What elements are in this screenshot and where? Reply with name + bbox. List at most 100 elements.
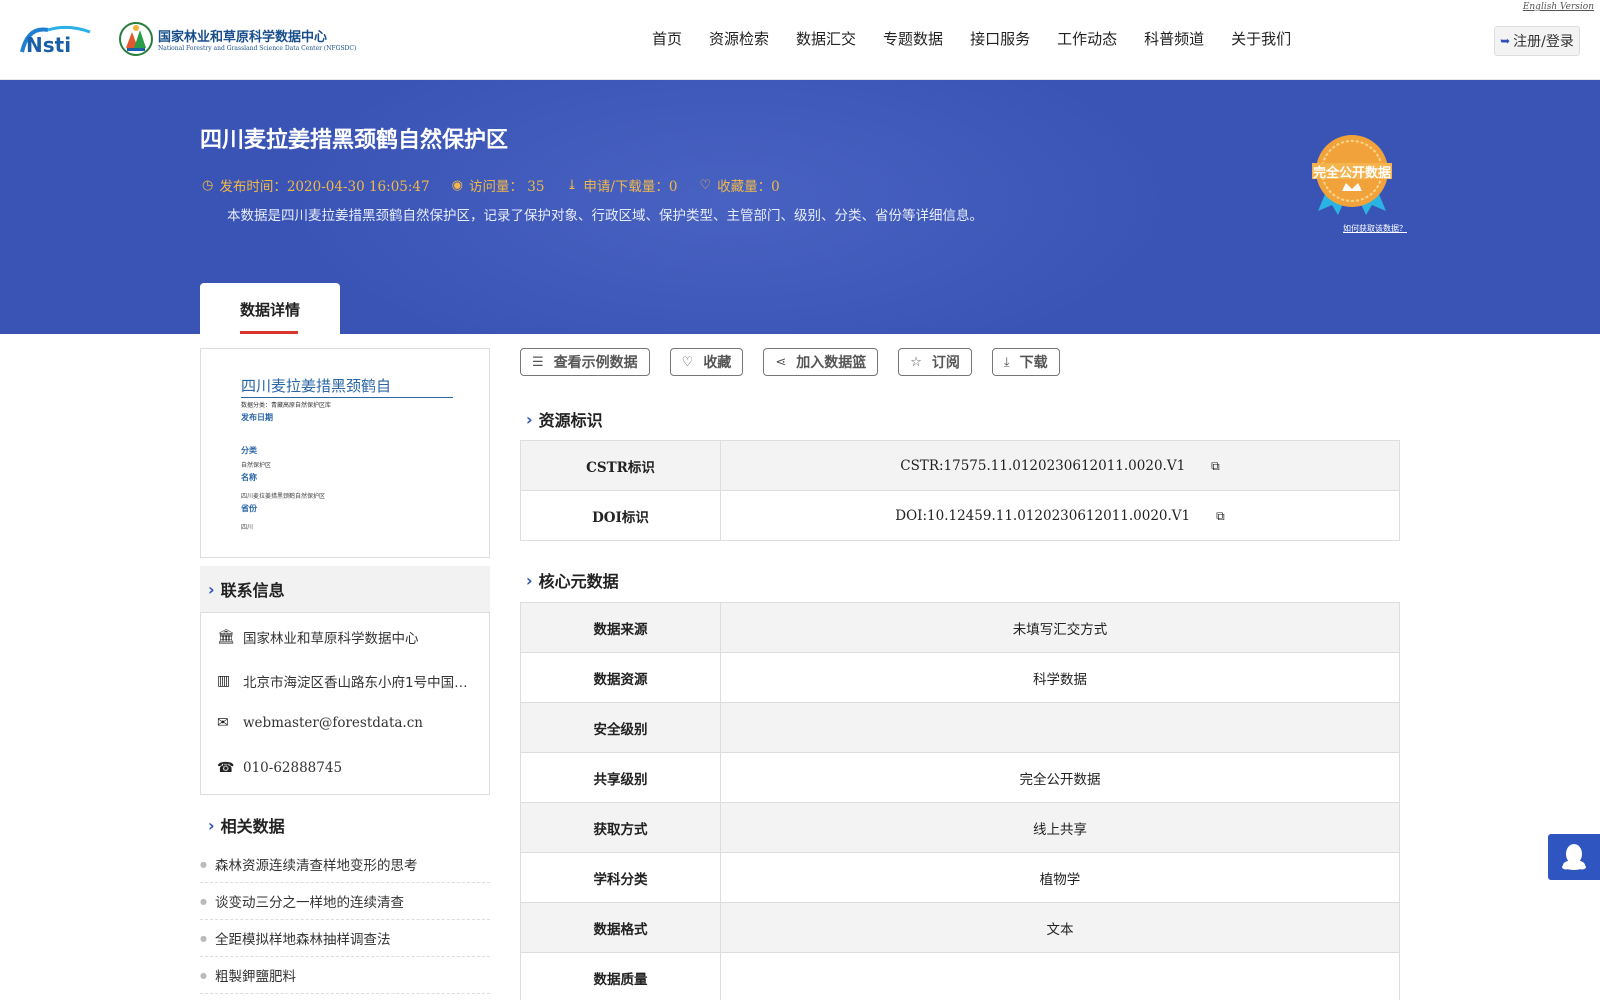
bullet-icon: ● <box>200 970 207 980</box>
table-row: 数据质量 <box>520 952 1400 1000</box>
favorite-label: 收藏 <box>703 355 732 371</box>
subscribe-button[interactable]: ☆ 订阅 <box>898 348 972 376</box>
view-sample-label: 查看示例数据 <box>553 355 638 371</box>
phone-icon: ☎ <box>217 760 235 776</box>
map-icon: ▥ <box>217 673 231 689</box>
bank-icon: 🏛 <box>217 629 235 645</box>
favorite-button[interactable]: ♡ 收藏 <box>669 348 744 376</box>
envelope-icon: ✉ <box>217 715 229 731</box>
nav-submit[interactable]: 数据汇交 <box>796 28 856 49</box>
meta-value: 科学数据 <box>720 652 1400 703</box>
resource-id-table: CSTR标识 CSTR:17575.11.0120230612011.0020.… <box>520 440 1400 541</box>
favorite-count: ♡ 收藏量：0 <box>699 175 780 196</box>
nav-home[interactable]: 首页 <box>652 28 682 49</box>
tab-data-details-label: 数据详情 <box>239 301 300 319</box>
meta-key: 数据格式 <box>520 902 721 953</box>
eye-icon: ◉ <box>451 177 463 193</box>
clock-icon: ◷ <box>202 177 214 193</box>
tab-active-indicator <box>240 331 298 334</box>
nav-news[interactable]: 工作动态 <box>1057 28 1117 49</box>
subscribe-label: 订阅 <box>931 355 960 371</box>
list-item[interactable]: ● 全距模拟样地森林抽样调查法 <box>200 920 490 957</box>
chevron-right-icon: › <box>208 579 215 599</box>
core-meta-heading: › 核心元数据 <box>520 568 619 592</box>
contact-address-text: 北京市海淀区香山路东小府1号中国林业科学研究院 <box>243 675 475 691</box>
meta-value: 完全公开数据 <box>720 752 1400 803</box>
resource-id-heading-text: 资源标识 <box>538 411 603 430</box>
dataset-thumbnail[interactable]: 四川麦拉姜措黑颈鹤自 数据分类：青藏高原自然保护区库 发布日期 分类 自然保护区… <box>200 348 490 558</box>
doi-key: DOI标识 <box>520 490 721 541</box>
copy-icon[interactable]: ⧉ <box>1216 509 1225 524</box>
heart-icon: ♡ <box>699 177 712 193</box>
view-sample-button[interactable]: ☰ 查看示例数据 <box>520 348 650 376</box>
list-item[interactable]: ● 粗製鉀鹽肥料 <box>200 957 490 994</box>
login-button[interactable]: ➥ 注册/登录 <box>1494 26 1580 56</box>
meta-key: 安全级别 <box>520 702 721 753</box>
nav-about[interactable]: 关于我们 <box>1231 28 1291 49</box>
publish-time-text: 发布时间：2020-04-30 16:05:47 <box>219 179 430 195</box>
dataset-banner: 四川麦拉姜措黑颈鹤自然保护区 ◷ 发布时间：2020-04-30 16:05:4… <box>0 80 1600 334</box>
related-item-text: 谈变动三分之一样地的连续清查 <box>214 895 404 911</box>
download-button[interactable]: ⤓ 下载 <box>991 348 1060 376</box>
bullet-icon: ● <box>200 896 207 906</box>
visit-count-text: 访问量： 35 <box>468 179 545 195</box>
cstr-value: CSTR:17575.11.0120230612011.0020.V1 <box>900 457 1186 474</box>
thumb-category-label: 分类 <box>241 446 257 455</box>
nav-topics[interactable]: 专题数据 <box>883 28 943 49</box>
related-heading: › 相关数据 <box>200 802 490 848</box>
related-list: ● 森林资源连续清查样地变形的思考 ● 谈变动三分之一样地的连续清查 ● 全距模拟样地… <box>200 846 490 994</box>
related-item-text: 全距模拟样地森林抽样调查法 <box>214 932 391 948</box>
add-to-basket-button[interactable]: ⋖ 加入数据篮 <box>763 348 879 376</box>
thumb-publish-label: 发布日期 <box>241 413 273 422</box>
dataset-meta: ◷ 发布时间：2020-04-30 16:05:47 ◉ 访问量： 35 ⤓ 申… <box>202 175 802 196</box>
how-to-get-link[interactable]: 如何获取该数据？ <box>1343 223 1407 234</box>
contact-heading-text: 联系信息 <box>220 581 285 600</box>
meta-key: 数据来源 <box>520 602 721 653</box>
contact-phone: ☎ 010-62888745 <box>217 760 342 776</box>
qq-chat-button[interactable] <box>1548 834 1600 880</box>
publish-time: ◷ 发布时间：2020-04-30 16:05:47 <box>202 175 430 196</box>
contact-email-text[interactable]: webmaster@forestdata.cn <box>243 715 423 731</box>
contact-heading: › 联系信息 <box>200 566 490 612</box>
contact-info: 🏛 国家林业和草原科学数据中心 ▥ 北京市海淀区香山路东小府1号中国林业科学研究… <box>200 612 490 795</box>
nav-api[interactable]: 接口服务 <box>970 28 1030 49</box>
meta-value <box>720 702 1400 753</box>
tab-data-details[interactable]: 数据详情 <box>200 283 340 334</box>
bullet-icon: ● <box>200 933 207 943</box>
nfgsdc-logo[interactable] <box>118 20 154 58</box>
thumb-name-value: 四川麦拉姜措黑颈鹤自然保护区 <box>241 493 326 500</box>
table-row: 数据来源 未填写汇交方式 <box>520 602 1400 653</box>
nav-popular-science[interactable]: 科普频道 <box>1144 28 1204 49</box>
thumb-subtitle: 数据分类：青藏高原自然保护区库 <box>241 402 332 409</box>
chevron-right-icon: › <box>526 409 533 429</box>
share-icon: ⋖ <box>775 354 787 370</box>
org-name-cn: 国家林业和草原科学数据中心 <box>158 30 328 45</box>
cstr-cell: CSTR:17575.11.0120230612011.0020.V1 ⧉ <box>720 440 1400 491</box>
thumb-province-value: 四川 <box>241 524 254 531</box>
sign-in-icon: ➥ <box>1500 34 1511 48</box>
star-icon: ☆ <box>910 354 922 370</box>
bullet-icon: ● <box>200 859 207 869</box>
download-icon: ⤓ <box>1003 354 1010 370</box>
site-header: Nsti 国家林业和草原科学数据中心 National Forestry and… <box>0 0 1600 80</box>
meta-key: 数据质量 <box>520 952 721 1000</box>
org-name-en: National Forestry and Grassland Science … <box>158 45 357 52</box>
thumb-name-label: 名称 <box>241 473 257 482</box>
dataset-title: 四川麦拉姜措黑颈鹤自然保护区 <box>200 128 509 153</box>
favorite-count-text: 收藏量：0 <box>717 179 780 195</box>
doi-cell: DOI:10.12459.11.0120230612011.0020.V1 ⧉ <box>720 490 1400 541</box>
english-version-link[interactable]: English Version <box>1523 2 1594 12</box>
add-to-basket-label: 加入数据篮 <box>796 355 867 371</box>
table-row: 获取方式 线上共享 <box>520 802 1400 853</box>
nsti-logo[interactable]: Nsti <box>18 22 98 56</box>
meta-key: 获取方式 <box>520 802 721 853</box>
list-item[interactable]: ● 森林资源连续清查样地变形的思考 <box>200 846 490 883</box>
list-item[interactable]: ● 谈变动三分之一样地的连续清查 <box>200 883 490 920</box>
copy-icon[interactable]: ⧉ <box>1211 459 1220 474</box>
cstr-key: CSTR标识 <box>520 440 721 491</box>
table-row: 共享级别 完全公开数据 <box>520 752 1400 803</box>
nav-search[interactable]: 资源检索 <box>709 28 769 49</box>
meta-value: 未填写汇交方式 <box>720 602 1400 653</box>
svg-text:Nsti: Nsti <box>26 33 71 56</box>
meta-value: 植物学 <box>720 852 1400 903</box>
